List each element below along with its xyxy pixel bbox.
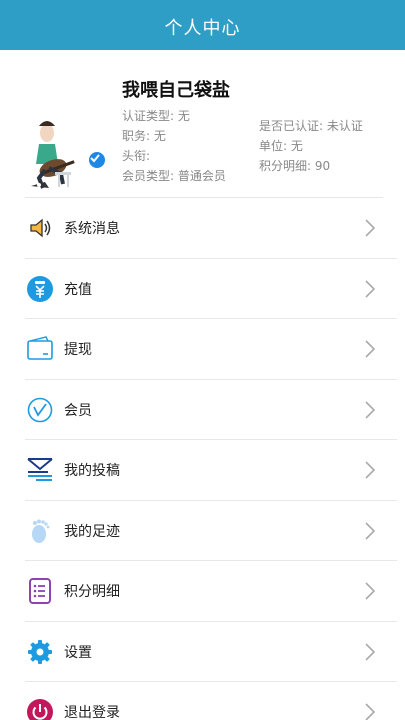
menu-item-logout[interactable]: 退出登录 [0, 682, 405, 720]
menu-label: 会员 [64, 402, 92, 419]
points-text: 积分明细: 90 [259, 159, 331, 173]
chevron-right-icon [365, 643, 375, 661]
page-title: 个人中心 [164, 18, 241, 39]
chevron-right-icon [365, 522, 375, 540]
menu-item-membership[interactable]: 会员 [0, 380, 405, 441]
chevron-right-icon [365, 703, 375, 720]
member-type-text: 会员类型: 普通会员 [122, 169, 226, 183]
menu-label: 我的投稿 [64, 463, 120, 480]
wallet-icon [26, 335, 54, 363]
menu-label: 提现 [64, 342, 92, 359]
verified-check-icon [87, 150, 107, 170]
cert-type-text: 认证类型: 无 [122, 109, 190, 123]
profile-card: 我喂自己袋盐 认证类型: 无 职务: 无 头衔: 会员类型: 普通会员 是否已认… [0, 50, 405, 198]
speaker-icon [26, 214, 54, 242]
chevron-right-icon [365, 340, 375, 358]
verified-status-text: 是否已认证: 未认证 [259, 119, 363, 133]
menu-label: 我的足迹 [64, 523, 120, 540]
menu-list: 系统消息 充值 提现 会员 我的投稿 我的足迹 积分明细 设置 退出登录 [0, 198, 405, 720]
menu-label: 充值 [64, 281, 92, 298]
avatar[interactable] [25, 78, 107, 190]
menu-item-settings[interactable]: 设置 [0, 622, 405, 683]
guitarist-avatar-icon [31, 121, 75, 189]
power-icon [26, 698, 54, 720]
position-text: 职务: 无 [122, 129, 166, 143]
menu-label: 退出登录 [64, 705, 120, 720]
menu-item-withdraw[interactable]: 提现 [0, 319, 405, 380]
gear-icon [26, 638, 54, 666]
points-list-icon [26, 577, 54, 605]
menu-item-my-footprints[interactable]: 我的足迹 [0, 501, 405, 562]
chevron-right-icon [365, 219, 375, 237]
chevron-right-icon [365, 461, 375, 479]
chevron-right-icon [365, 280, 375, 298]
recharge-icon [26, 275, 54, 303]
menu-label: 系统消息 [64, 221, 120, 238]
app-header: 个人中心 [0, 0, 405, 50]
unit-text: 单位: 无 [259, 139, 303, 153]
menu-label: 设置 [64, 644, 92, 661]
menu-item-system-messages[interactable]: 系统消息 [0, 198, 405, 259]
menu-item-my-submissions[interactable]: 我的投稿 [0, 440, 405, 501]
menu-item-recharge[interactable]: 充值 [0, 259, 405, 320]
chevron-right-icon [365, 582, 375, 600]
footprint-icon [26, 517, 54, 545]
title-text: 头衔: [122, 149, 151, 163]
profile-info-left: 认证类型: 无 职务: 无 头衔: 会员类型: 普通会员 [122, 106, 226, 186]
submission-icon [26, 456, 54, 484]
username: 我喂自己袋盐 [122, 80, 230, 101]
menu-item-points-details[interactable]: 积分明细 [0, 561, 405, 622]
menu-label: 积分明细 [64, 584, 120, 601]
member-icon [26, 396, 54, 424]
profile-info-right: 是否已认证: 未认证 单位: 无 积分明细: 90 [259, 116, 363, 176]
chevron-right-icon [365, 401, 375, 419]
